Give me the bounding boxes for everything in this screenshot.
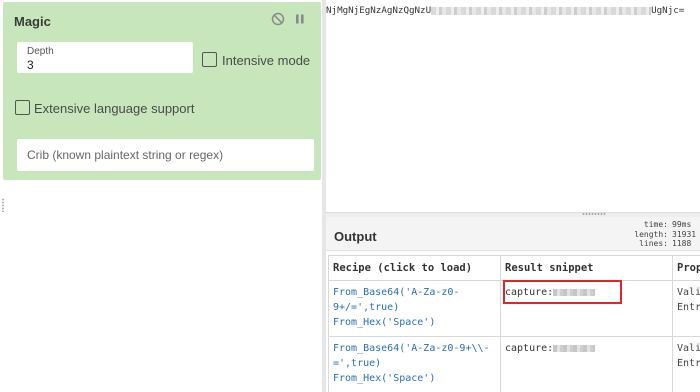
header-properties: Prop [672,255,700,281]
output-stats: time: 99ms length: 31931 lines: 1188 [628,220,696,249]
resize-handle[interactable] [2,198,4,212]
property-line: Entr [677,302,700,313]
recipe-link[interactable]: From_Base64('A-Za-z0- [333,285,496,300]
extensive-language-label: Extensive language support [34,101,195,116]
recipe-link[interactable]: From_Base64('A-Za-z0-9+\\- [333,341,496,356]
intensive-mode-label: Intensive mode [222,53,311,68]
output-header: Output time: 99ms length: 31931 lines: 1188 [326,217,700,251]
stat-time-key: time: [643,220,668,229]
recipe-panel: Magic Depth 3 Intensive mode Extensive l… [0,0,322,392]
input-text[interactable]: NjMgNjEgNzAgNzQgNzU UgNjc= [326,5,684,16]
table-row: From_Base64('A-Za-z0-9+\\- =',true) From… [328,336,700,392]
depth-value[interactable]: 3 [27,58,34,72]
redacted-snippet [553,344,596,352]
recipe-link[interactable]: From_Hex('Space') [333,371,496,386]
stat-time-value: 99ms [672,220,692,229]
magic-results-table: Recipe (click to load) Result snippet Pr… [328,255,700,392]
properties-cell: Vali Entr [672,336,700,392]
property-line: Entr [677,358,700,369]
recipe-cell[interactable]: From_Base64('A-Za-z0- 9+/=',true) From_H… [328,280,501,337]
intensive-mode-checkbox[interactable] [202,52,217,67]
property-line: Vali [677,343,700,354]
input-pane[interactable]: NjMgNjEgNzAgNzQgNzU UgNjc= [326,0,700,212]
output-pane: Output time: 99ms length: 31931 lines: 1188… [326,217,700,392]
crib-placeholder: Crib (known plaintext string or regex) [27,148,224,162]
stat-length-key: length: [634,229,668,239]
magic-operation-card: Magic Depth 3 Intensive mode Extensive l… [3,2,321,180]
disable-icon[interactable] [271,12,285,26]
depth-label: Depth [27,46,54,57]
io-resize-handle[interactable] [582,213,606,215]
stat-lines-key: lines: [639,239,668,248]
table-header-row: Recipe (click to load) Result snippet Pr… [328,255,700,281]
property-line: Vali [677,287,700,298]
pause-icon[interactable] [294,13,306,25]
recipe-link[interactable]: =',true) [333,356,496,371]
recipe-cell[interactable]: From_Base64('A-Za-z0-9+\\- =',true) From… [328,336,501,392]
snippet-cell: capture: [500,336,673,392]
input-text-end: UgNjc= [651,5,685,16]
operation-title: Magic [14,14,51,29]
recipe-link[interactable]: From_Hex('Space') [333,315,496,330]
redacted-input [431,6,652,15]
crib-input[interactable]: Crib (known plaintext string or regex) [17,139,314,171]
recipe-link[interactable]: 9+/=',true) [333,300,496,315]
input-text-start: NjMgNjEgNzAgNzQgNzU [326,5,432,16]
output-title: Output [334,229,377,244]
depth-field[interactable]: Depth 3 [17,42,193,73]
stat-lines-value: 1188 [672,239,692,248]
snippet-text: capture: [505,343,554,354]
stat-length-value: 31931 [672,229,697,239]
header-recipe: Recipe (click to load) [328,255,501,281]
extensive-language-checkbox[interactable] [15,100,30,115]
properties-cell: Vali Entr [672,280,700,337]
highlight-annotation [503,280,622,304]
header-result-snippet: Result snippet [500,255,673,281]
